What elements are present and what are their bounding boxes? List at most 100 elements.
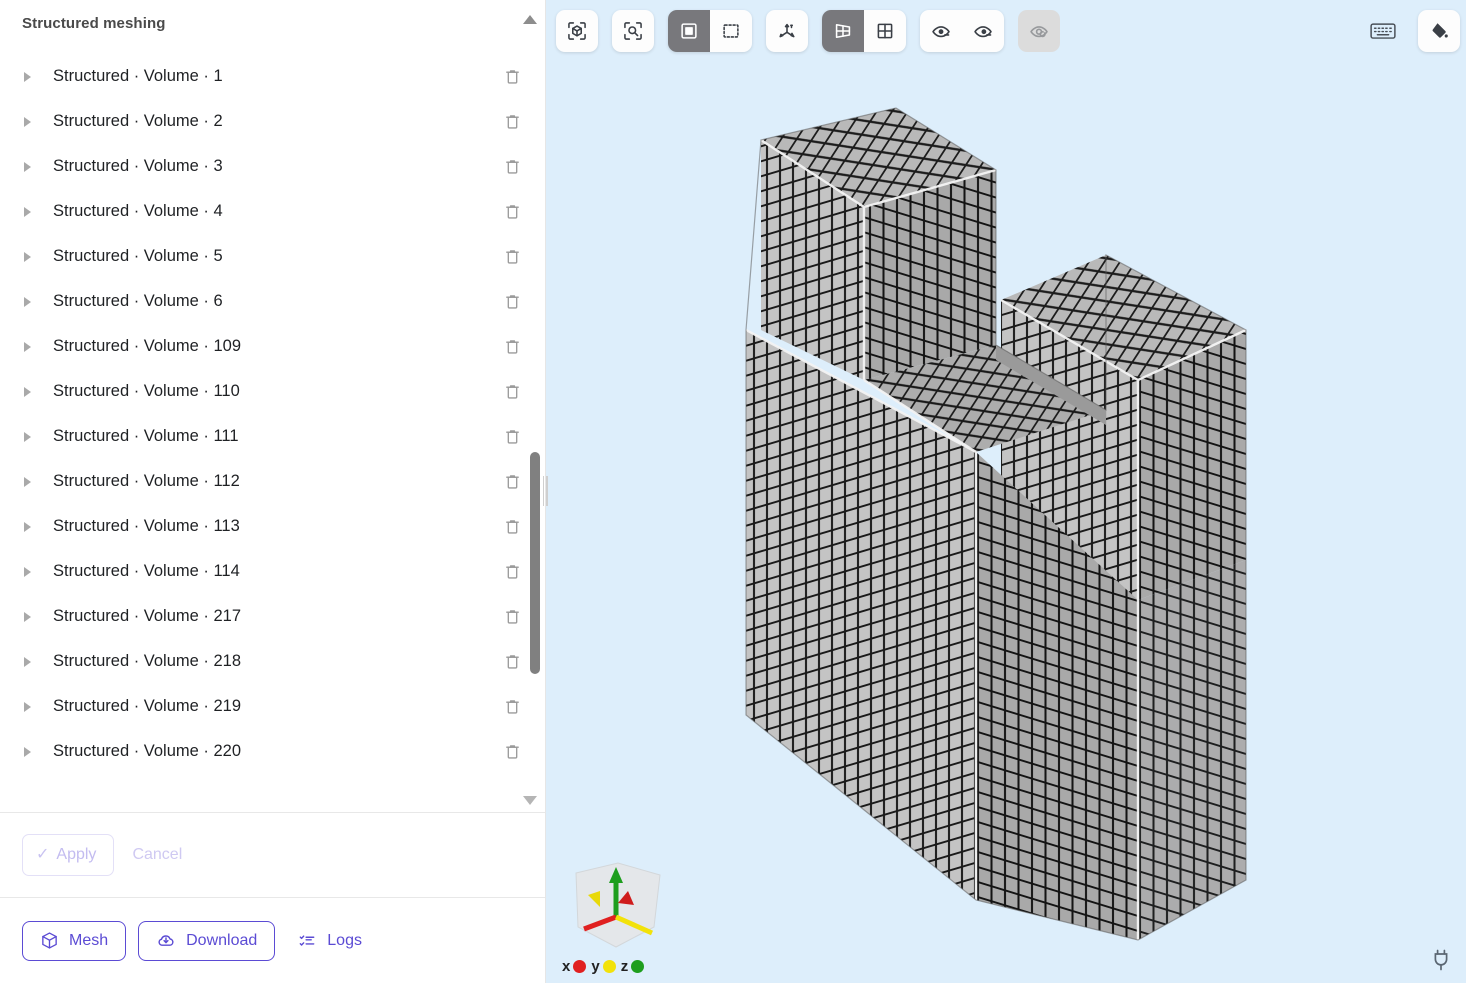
volume-list-item[interactable]: Structured · Volume · 3 <box>0 144 545 189</box>
eye-minus-icon <box>931 25 950 37</box>
caret-right-icon[interactable] <box>18 476 40 487</box>
delete-volume-button[interactable] <box>497 422 527 452</box>
caret-right-icon[interactable] <box>18 161 40 172</box>
delete-volume-button[interactable] <box>497 692 527 722</box>
volume-list-item[interactable]: Structured · Volume · 220 <box>0 729 545 774</box>
delete-volume-button[interactable] <box>497 737 527 767</box>
volume-item-label: Structured · Volume · 2 <box>53 112 223 130</box>
caret-right-icon[interactable] <box>18 431 40 442</box>
mesh-button[interactable]: Mesh <box>22 920 127 961</box>
apply-button[interactable]: ✓ Apply <box>22 834 115 876</box>
zoom-to-selection-button[interactable] <box>612 10 654 52</box>
scroll-down-arrow[interactable] <box>521 793 539 807</box>
volume-item-label: Structured · Volume · 220 <box>53 742 242 760</box>
caret-right-icon[interactable] <box>18 611 40 622</box>
volume-list-item[interactable]: Structured · Volume · 218 <box>0 639 545 684</box>
connection-status-indicator[interactable] <box>1428 947 1454 973</box>
caret-right-icon[interactable] <box>18 71 40 82</box>
trash-icon <box>505 160 519 174</box>
caret-right-icon[interactable] <box>18 206 40 217</box>
caret-right-icon[interactable] <box>18 701 40 712</box>
3d-viewport[interactable]: x y z <box>546 0 1466 983</box>
background-color-button[interactable] <box>1418 10 1460 52</box>
delete-volume-button[interactable] <box>497 602 527 632</box>
orthographic-view-button[interactable] <box>864 10 906 52</box>
volume-item-label: Structured · Volume · 217 <box>53 607 242 625</box>
select-box-button[interactable] <box>710 10 752 52</box>
scrollbar-thumb[interactable] <box>530 451 540 675</box>
volume-list-item[interactable]: Structured · Volume · 1 <box>0 54 545 99</box>
volume-list-item[interactable]: Structured · Volume · 111 <box>0 414 545 459</box>
list-scrollbar[interactable] <box>528 46 542 812</box>
volume-list-item[interactable]: Structured · Volume · 2 <box>0 99 545 144</box>
reset-visibility-button[interactable] <box>1018 10 1060 52</box>
trash-icon <box>505 430 519 444</box>
caret-right-icon[interactable] <box>18 296 40 307</box>
caret-right-icon[interactable] <box>18 341 40 352</box>
axes-toggle-button[interactable] <box>766 10 808 52</box>
volume-list-item[interactable]: Structured · Volume · 217 <box>0 594 545 639</box>
delete-volume-button[interactable] <box>497 557 527 587</box>
axis-x-color-dot <box>573 960 587 973</box>
volume-list-item[interactable]: Structured · Volume · 219 <box>0 684 545 729</box>
delete-volume-button[interactable] <box>497 647 527 677</box>
keyboard-icon <box>1370 23 1396 39</box>
caret-right-icon[interactable] <box>18 521 40 532</box>
volume-list-item[interactable]: Structured · Volume · 112 <box>0 459 545 504</box>
delete-volume-button[interactable] <box>497 377 527 407</box>
projection-mode-group <box>822 10 906 52</box>
trash-icon <box>505 295 519 309</box>
cancel-button-label: Cancel <box>132 846 183 863</box>
mesh-render[interactable] <box>546 0 1466 983</box>
delete-volume-button[interactable] <box>497 467 527 497</box>
delete-volume-button[interactable] <box>497 287 527 317</box>
axis-y-label: y <box>591 958 600 975</box>
caret-right-icon[interactable] <box>18 386 40 397</box>
caret-right-icon[interactable] <box>18 251 40 262</box>
delete-volume-button[interactable] <box>497 62 527 92</box>
volume-list-item[interactable]: Structured · Volume · 110 <box>0 369 545 414</box>
delete-volume-button[interactable] <box>497 152 527 182</box>
volume-list-item[interactable]: Structured · Volume · 109 <box>0 324 545 369</box>
cancel-button[interactable]: Cancel <box>120 834 194 876</box>
trash-icon <box>505 205 519 219</box>
volume-item-label: Structured · Volume · 113 <box>53 517 240 535</box>
perspective-view-button[interactable] <box>822 10 864 52</box>
delete-volume-button[interactable] <box>497 512 527 542</box>
keyboard-shortcuts-button[interactable] <box>1362 10 1404 52</box>
axis-gizmo-icon <box>575 862 661 948</box>
volume-list-item[interactable]: Structured · Volume · 5 <box>0 234 545 279</box>
delete-volume-button[interactable] <box>497 107 527 137</box>
caret-right-icon[interactable] <box>18 116 40 127</box>
logs-button-label: Logs <box>327 931 362 949</box>
caret-right-icon[interactable] <box>18 746 40 757</box>
caret-right-icon[interactable] <box>18 656 40 667</box>
fit-to-view-button[interactable] <box>556 10 598 52</box>
volume-list-item[interactable]: Structured · Volume · 113 <box>0 504 545 549</box>
download-button[interactable]: Download <box>138 920 276 961</box>
volume-list-item[interactable]: Structured · Volume · 6 <box>0 279 545 324</box>
delete-volume-button[interactable] <box>497 197 527 227</box>
volume-item-label: Structured · Volume · 1 <box>53 67 223 85</box>
axis-z-label: z <box>620 958 629 975</box>
delete-volume-button[interactable] <box>497 332 527 362</box>
trash-icon <box>505 520 519 534</box>
logs-button[interactable]: Logs <box>287 921 372 961</box>
scroll-up-arrow[interactable] <box>521 12 539 26</box>
axis-gizmo[interactable]: x y z <box>556 855 676 975</box>
isolate-selected-button[interactable] <box>962 10 1004 52</box>
handle-line <box>542 476 544 506</box>
select-single-button[interactable] <box>668 10 710 52</box>
volume-item-label: Structured · Volume · 5 <box>53 247 223 265</box>
trash-icon <box>505 385 519 399</box>
volume-list-item[interactable]: Structured · Volume · 114 <box>0 549 545 594</box>
volume-list-item[interactable]: Structured · Volume · 4 <box>0 189 545 234</box>
hide-selected-button[interactable] <box>920 10 962 52</box>
caret-right-icon[interactable] <box>18 566 40 577</box>
list-check-icon <box>299 934 315 946</box>
delete-volume-button[interactable] <box>497 242 527 272</box>
pane-resize-handle[interactable] <box>541 474 549 508</box>
check-icon: ✓ <box>36 846 50 863</box>
axes-icon <box>779 23 795 38</box>
volume-item-label: Structured · Volume · 6 <box>53 292 223 310</box>
